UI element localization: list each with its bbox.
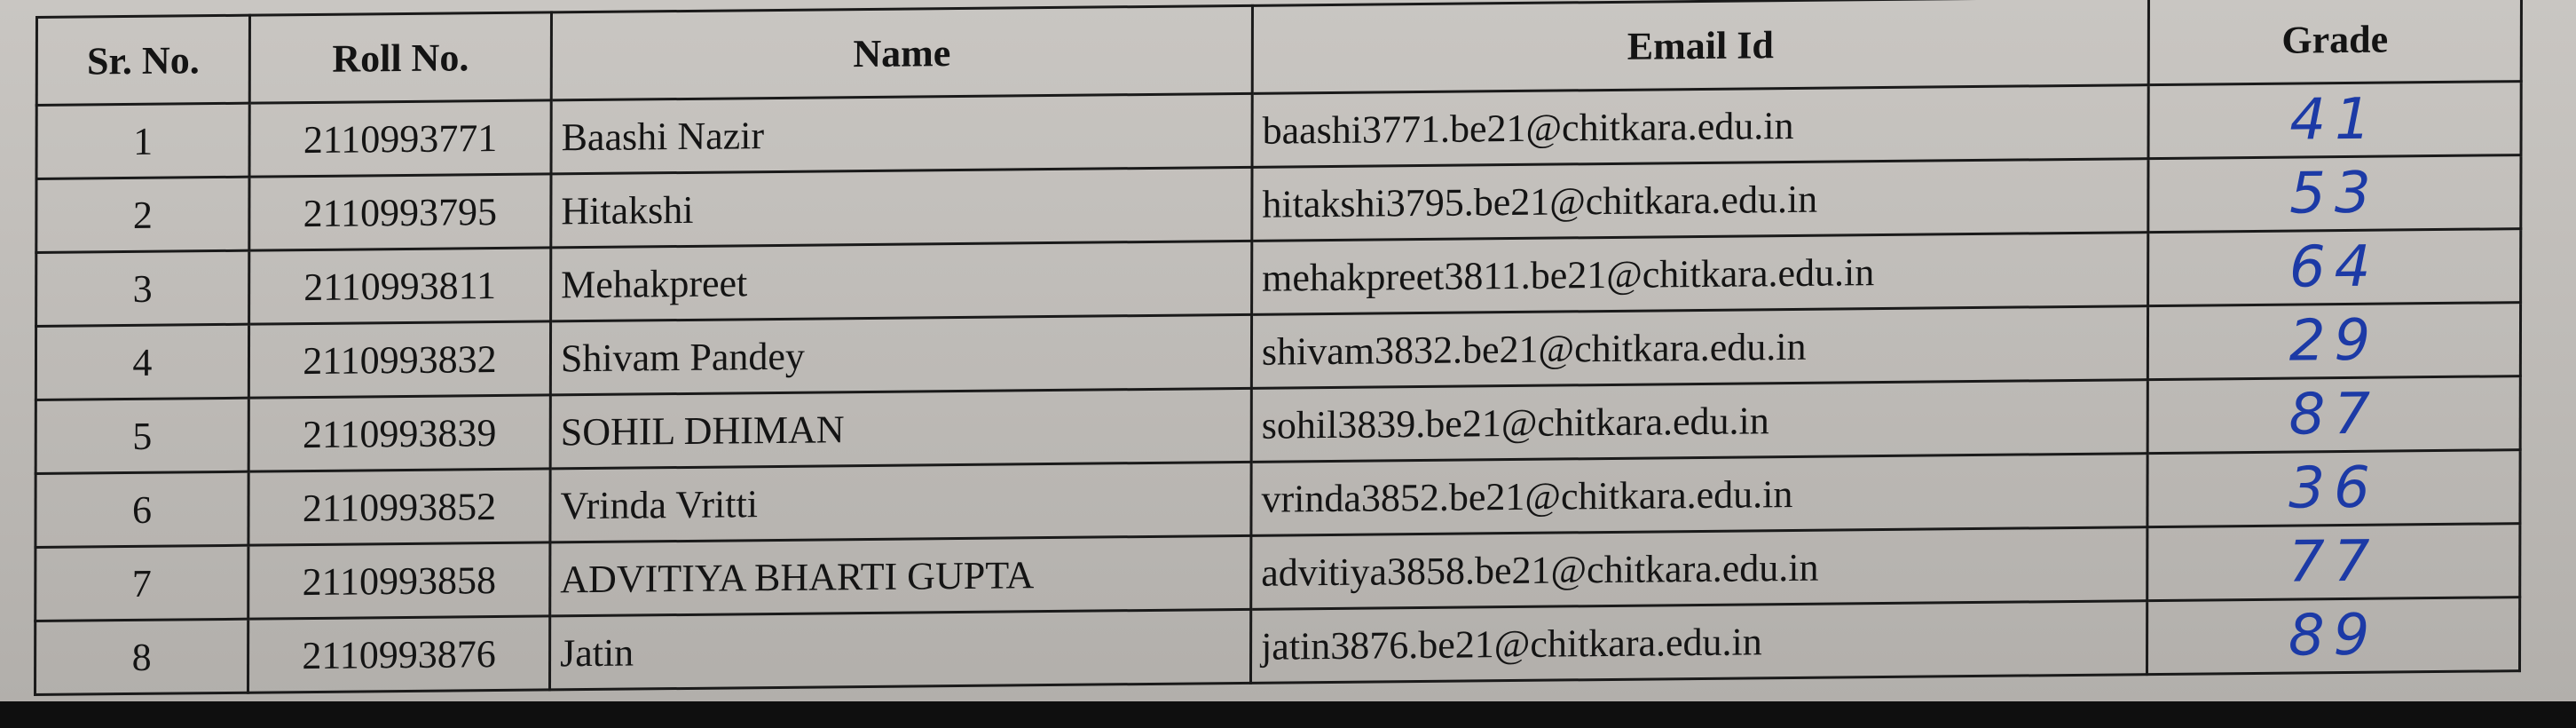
background-edge [0, 701, 2576, 728]
header-sr-no: Sr. No. [36, 15, 250, 106]
cell-sr-no: 8 [35, 619, 248, 695]
cell-roll-no: 2110993876 [248, 615, 550, 693]
cell-sr-no: 4 [35, 324, 249, 400]
cell-sr-no: 6 [35, 471, 249, 548]
cell-email: advitiya3858.be21@chitkara.edu.in [1250, 526, 2147, 610]
cell-email: sohil3839.be21@chitkara.edu.in [1251, 379, 2148, 463]
cell-grade-handwritten: 36 [2147, 449, 2521, 527]
header-email: Email Id [1252, 0, 2149, 94]
cell-roll-no: 2110993771 [249, 99, 552, 178]
cell-name: Baashi Nazir [551, 93, 1253, 174]
cell-roll-no: 2110993852 [248, 468, 551, 546]
cell-roll-no: 2110993795 [248, 173, 552, 251]
paper-sheet: Sr. No. Roll No. Name Email Id Grade 1 2… [0, 0, 2576, 701]
cell-grade-handwritten: 89 [2147, 597, 2520, 675]
cell-name: ADVITIYA BHARTI GUPTA [549, 535, 1251, 616]
grade-sheet: Sr. No. Roll No. Name Email Id Grade 1 2… [34, 0, 2522, 695]
cell-name: Mehakpreet [550, 241, 1252, 321]
header-roll-no: Roll No. [249, 12, 552, 104]
cell-sr-no: 2 [35, 177, 250, 253]
cell-sr-no: 1 [36, 103, 250, 179]
cell-email: jatin3876.be21@chitkara.edu.in [1250, 600, 2147, 684]
cell-name: Vrinda Vritti [549, 462, 1252, 542]
cell-email: shivam3832.be21@chitkara.edu.in [1251, 305, 2148, 389]
cell-grade-handwritten: 87 [2147, 376, 2521, 454]
header-grade: Grade [2148, 0, 2522, 85]
cell-name: Shivam Pandey [550, 314, 1252, 395]
cell-sr-no: 5 [35, 398, 249, 474]
grades-table: Sr. No. Roll No. Name Email Id Grade 1 2… [34, 0, 2523, 696]
cell-grade-handwritten: 29 [2147, 302, 2521, 380]
cell-email: hitakshi3795.be21@chitkara.edu.in [1251, 158, 2149, 241]
header-name: Name [551, 5, 1253, 100]
cell-sr-no: 3 [35, 250, 249, 327]
cell-grade-handwritten: 41 [2148, 81, 2522, 159]
cell-name: Hitakshi [550, 167, 1253, 248]
cell-roll-no: 2110993811 [248, 247, 551, 325]
cell-name: Jatin [549, 609, 1251, 690]
cell-email: baashi3771.be21@chitkara.edu.in [1252, 84, 2149, 168]
cell-email: vrinda3852.be21@chitkara.edu.in [1250, 453, 2148, 536]
cell-grade-handwritten: 77 [2147, 523, 2520, 601]
cell-roll-no: 2110993832 [248, 320, 551, 399]
cell-roll-no: 2110993858 [248, 542, 550, 620]
cell-grade-handwritten: 53 [2147, 154, 2522, 233]
cell-grade-handwritten: 64 [2147, 228, 2521, 306]
cell-roll-no: 2110993839 [248, 394, 551, 472]
cell-sr-no: 7 [35, 545, 248, 621]
cell-name: SOHIL DHIMAN [550, 388, 1252, 469]
cell-email: mehakpreet3811.be21@chitkara.edu.in [1251, 232, 2148, 315]
